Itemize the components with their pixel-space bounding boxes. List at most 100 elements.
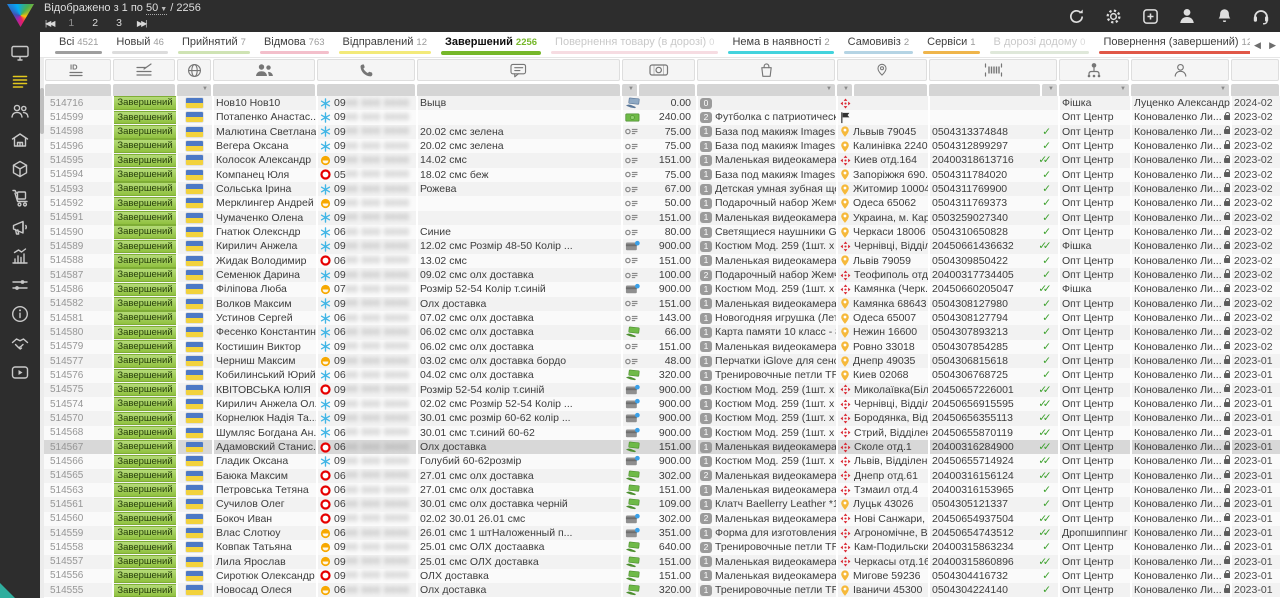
tab-underline bbox=[728, 51, 833, 54]
order-row[interactable]: 514592ЗавершенийМерклингер Андрей0900 00… bbox=[44, 196, 1280, 210]
order-row[interactable]: 514598ЗавершенийМалютина Светлана0900 00… bbox=[44, 125, 1280, 139]
cell-payment: 75.00 bbox=[621, 168, 696, 182]
page-2[interactable]: 2 bbox=[86, 16, 104, 30]
order-row[interactable]: 514589ЗавершенийКирилич Анжела0900 000 0… bbox=[44, 239, 1280, 253]
sidebar-item-customers-icon[interactable] bbox=[0, 96, 40, 125]
order-row[interactable]: 514555ЗавершенийНовосад Олеся0600 000 00… bbox=[44, 583, 1280, 597]
tab-8[interactable]: Самовивіз2 bbox=[839, 32, 918, 57]
order-row[interactable]: 514590ЗавершенийГнатюк Олексндр0600 000 … bbox=[44, 225, 1280, 239]
order-row[interactable]: 514566ЗавершенийГладик Оксана0900 000 00… bbox=[44, 454, 1280, 468]
profile-icon[interactable] bbox=[1178, 7, 1196, 25]
order-row[interactable]: 514570ЗавершенийКорнелюк Надія Та...0900… bbox=[44, 411, 1280, 425]
col-payment-header[interactable] bbox=[622, 59, 695, 81]
tab-10[interactable]: В дорозі додому0 bbox=[985, 32, 1095, 57]
refresh-icon[interactable] bbox=[1067, 7, 1085, 25]
order-row[interactable]: 514595ЗавершенийКолосок Александр0900 00… bbox=[44, 153, 1280, 167]
tab-6[interactable]: Повернення товару (в дорозі)0 bbox=[546, 32, 723, 57]
order-row[interactable]: 514575ЗавершенийКВІТОВСЬКА ЮЛІЯ0900 000 … bbox=[44, 383, 1280, 397]
scrollbar-thumb[interactable] bbox=[40, 88, 44, 134]
sidebar-item-purchases-icon[interactable] bbox=[0, 183, 40, 212]
order-row[interactable]: 514587ЗавершенийСеменюк Дарина0900 000 0… bbox=[44, 268, 1280, 282]
col-id-header[interactable]: ID bbox=[45, 59, 111, 81]
col-client-header[interactable] bbox=[213, 59, 315, 81]
order-row[interactable]: 514588ЗавершенийЖидак Володимир0600 000 … bbox=[44, 254, 1280, 268]
col-phone-header[interactable] bbox=[317, 59, 415, 81]
app-logo[interactable] bbox=[7, 4, 34, 27]
cell-payment: 900.00 bbox=[621, 239, 696, 253]
order-row[interactable]: 514593ЗавершенийСольська Ірина0900 000 0… bbox=[44, 182, 1280, 196]
order-row[interactable]: 514559ЗавершенийВлас Слотюу0600 000 0000… bbox=[44, 526, 1280, 540]
tab-scroll-left-icon[interactable]: ◀ bbox=[1254, 40, 1261, 51]
per-page-select[interactable]: 50▼ bbox=[146, 2, 167, 15]
tab-3[interactable]: Відмова763 bbox=[255, 32, 334, 57]
col-date-header[interactable] bbox=[1231, 59, 1279, 81]
add-icon[interactable] bbox=[1141, 7, 1159, 25]
col-status-header[interactable] bbox=[113, 59, 175, 81]
vertical-scrollbar[interactable] bbox=[40, 58, 44, 598]
last-page-icon[interactable]: ▶▶| bbox=[134, 17, 148, 30]
support-icon[interactable] bbox=[1252, 7, 1270, 25]
gear-icon[interactable] bbox=[1104, 7, 1122, 25]
order-amount: 351.00 bbox=[659, 527, 694, 539]
order-row[interactable]: 514580ЗавершенийФесенко Константин0600 0… bbox=[44, 325, 1280, 339]
tab-4[interactable]: Відправлений12 bbox=[334, 32, 436, 57]
order-row[interactable]: 514557ЗавершенийЛила Ярослав0900 000 000… bbox=[44, 555, 1280, 569]
col-delivery-header[interactable] bbox=[837, 59, 927, 81]
order-row[interactable]: 514568ЗавершенийШумляс Богдана Ан...0600… bbox=[44, 426, 1280, 440]
cell-comment: 20.02 смс зелена bbox=[416, 125, 621, 139]
sidebar-item-reports-icon[interactable] bbox=[0, 241, 40, 270]
order-row[interactable]: 514586ЗавершенийФіліпова Люба0700 000 00… bbox=[44, 282, 1280, 296]
order-row[interactable]: 514576ЗавершенийКобилинський Юрий0600 00… bbox=[44, 368, 1280, 382]
order-row[interactable]: 514591ЗавершенийЧумаченко Олена0900 000 … bbox=[44, 211, 1280, 225]
order-row[interactable]: 514579ЗавершенийКостишин Виктор0900 000 … bbox=[44, 340, 1280, 354]
order-row[interactable]: 514561ЗавершенийСучилов Олег0600 000 000… bbox=[44, 497, 1280, 511]
order-row[interactable]: 514563ЗавершенийПетровська Тетяна0600 00… bbox=[44, 483, 1280, 497]
col-product-header[interactable] bbox=[697, 59, 835, 81]
sidebar-item-warehouse-icon[interactable] bbox=[0, 125, 40, 154]
sidebar-item-orders-icon[interactable] bbox=[0, 67, 40, 96]
tab-9[interactable]: Сервіси1 bbox=[918, 32, 984, 57]
sidebar-item-tutorials-icon[interactable] bbox=[0, 357, 40, 386]
sidebar-item-info-icon[interactable] bbox=[0, 299, 40, 328]
order-row[interactable]: 514567ЗавершенийАдамовский Станис...0600… bbox=[44, 440, 1280, 454]
order-row[interactable]: 514594ЗавершенийКомпанец Юля0500 000 000… bbox=[44, 168, 1280, 182]
sidebar-item-products-icon[interactable] bbox=[0, 154, 40, 183]
sidebar-item-partners-icon[interactable] bbox=[0, 328, 40, 357]
order-row[interactable]: 514558ЗавершенийКовпак Татьяна0900 000 0… bbox=[44, 540, 1280, 554]
page-3[interactable]: 3 bbox=[110, 16, 128, 30]
sidebar-item-marketing-icon[interactable] bbox=[0, 212, 40, 241]
cell-delivery: Одеса 65007 bbox=[836, 311, 928, 325]
sidebar-item-sliders-icon[interactable] bbox=[0, 270, 40, 299]
col-comment-header[interactable] bbox=[417, 59, 620, 81]
cell-product: 1Новогодняя игрушка (Летающи... bbox=[696, 311, 836, 325]
page-1[interactable]: 1 bbox=[62, 16, 80, 30]
kyivstar-icon bbox=[320, 370, 331, 381]
col-ttn-header[interactable] bbox=[929, 59, 1057, 81]
order-row[interactable]: 514596ЗавершенийВегера Оксана0900 000 00… bbox=[44, 139, 1280, 153]
tab-1[interactable]: Новый46 bbox=[107, 32, 173, 57]
order-row[interactable]: 514565ЗавершенийБаюка Максим0600 000 000… bbox=[44, 469, 1280, 483]
order-row[interactable]: 514581ЗавершенийУстинов Сергей0600 000 0… bbox=[44, 311, 1280, 325]
cell-payment: 151.00 bbox=[621, 254, 696, 268]
order-row[interactable]: 514577ЗавершенийЧерниш Максим0900 000 00… bbox=[44, 354, 1280, 368]
tab-2[interactable]: Прийнятий7 bbox=[173, 32, 255, 57]
notifications-icon[interactable] bbox=[1215, 7, 1233, 25]
order-row[interactable]: 514582ЗавершенийВолков Максим0900 000 00… bbox=[44, 297, 1280, 311]
order-row[interactable]: 514556ЗавершенийСиротюк Олександр0900 00… bbox=[44, 569, 1280, 583]
order-row[interactable]: 514574ЗавершенийКирилич Анжела Ол...0900… bbox=[44, 397, 1280, 411]
order-row[interactable]: 514716ЗавершенийНов10 Нов100900 000 0000… bbox=[44, 96, 1280, 110]
tab-5[interactable]: Завершений2256 bbox=[436, 32, 546, 57]
col-client-type-header[interactable] bbox=[1059, 59, 1129, 81]
tab-0[interactable]: Всі4521 bbox=[50, 32, 107, 57]
order-row[interactable]: 514560ЗавершенийБокоч Иван0900 000 00000… bbox=[44, 512, 1280, 526]
col-country-header[interactable] bbox=[177, 59, 211, 81]
order-row[interactable]: 514599ЗавершенийПотапенко Анастас...0900… bbox=[44, 110, 1280, 124]
col-manager-header[interactable] bbox=[1131, 59, 1229, 81]
location-text: Бородянка, Від... bbox=[854, 412, 928, 424]
tab-7[interactable]: Нема в наявності2 bbox=[723, 32, 838, 57]
tab-11[interactable]: Повернення (завершений)125 bbox=[1094, 32, 1266, 57]
first-page-icon[interactable]: |◀◀ bbox=[42, 17, 56, 30]
tab-scroll-right-icon[interactable]: ▶ bbox=[1269, 40, 1276, 51]
cell-client-name: Устинов Сергей bbox=[212, 311, 316, 325]
sidebar-item-dashboard-icon[interactable] bbox=[0, 38, 40, 67]
